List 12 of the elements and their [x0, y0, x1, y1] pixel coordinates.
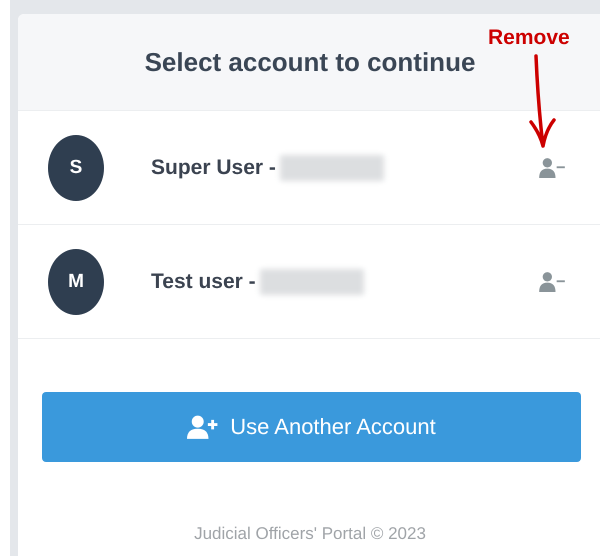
account-name: Super User - — [151, 156, 276, 180]
annotation-label: Remove — [488, 26, 570, 50]
account-name: Test user - — [151, 270, 256, 294]
account-row[interactable]: S Super User - — [18, 111, 600, 225]
dialog-title: Select account to continue — [144, 46, 476, 78]
footer-text: Judicial Officers' Portal © 2023 — [193, 524, 427, 544]
add-user-icon — [187, 415, 218, 439]
remove-user-icon[interactable] — [538, 157, 566, 178]
avatar: M — [48, 248, 104, 314]
remove-user-icon[interactable] — [538, 271, 566, 292]
account-row[interactable]: M Test user - — [18, 225, 600, 339]
avatar: S — [48, 134, 104, 200]
